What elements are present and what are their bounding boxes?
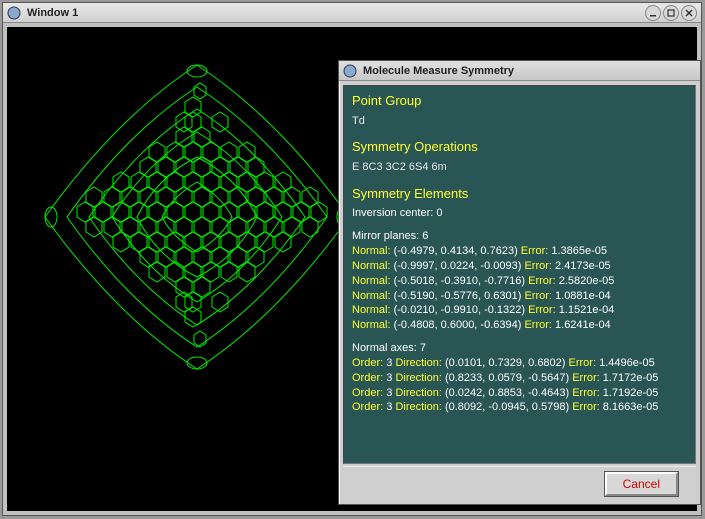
minimize-button[interactable] (645, 5, 661, 21)
main-window-title: Window 1 (27, 7, 78, 19)
point-group-heading: Point Group (352, 92, 687, 110)
sym-elems-heading: Symmetry Elements (352, 185, 687, 203)
normal-axis-row: Order: 3 Direction: (0.0242, 0.8853, -0.… (352, 386, 687, 401)
normal-axis-row: Order: 3 Direction: (0.8092, -0.0945, 0.… (352, 400, 687, 415)
window-controls (645, 5, 697, 21)
cancel-button[interactable]: Cancel (605, 472, 678, 496)
symmetry-dialog: Molecule Measure Symmetry Point Group Td… (338, 60, 701, 505)
main-titlebar[interactable]: Window 1 (3, 3, 701, 23)
maximize-button[interactable] (663, 5, 679, 21)
normal-axis-row: Order: 3 Direction: (0.8233, 0.0579, -0.… (352, 371, 687, 386)
close-button[interactable] (681, 5, 697, 21)
normal-axis-row: Order: 3 Direction: (0.0101, 0.7329, 0.6… (352, 356, 687, 371)
mirror-plane-row: Normal: (-0.5018, -0.3910, -0.7716) Erro… (352, 274, 687, 289)
mirror-plane-row: Normal: (-0.0210, -0.9910, -0.1322) Erro… (352, 303, 687, 318)
mirror-plane-row: Normal: (-0.9997, 0.0224, -0.0093) Error… (352, 259, 687, 274)
mirror-plane-row: Normal: (-0.4979, 0.4134, 0.7623) Error:… (352, 244, 687, 259)
dialog-footer: Cancel (343, 466, 696, 500)
mirror-plane-row: Normal: (-0.5190, -0.5776, 0.6301) Error… (352, 289, 687, 304)
sym-ops-value: E 8C3 3C2 6S4 6m (352, 160, 687, 175)
inversion-center: Inversion center: 0 (352, 206, 687, 221)
dialog-icon (343, 64, 357, 78)
mirror-plane-row: Normal: (-0.4808, 0.6000, -0.6394) Error… (352, 318, 687, 333)
normal-axes-heading: Normal axes: 7 (352, 341, 687, 356)
mirror-planes-heading: Mirror planes: 6 (352, 229, 687, 244)
dialog-body[interactable]: Point Group Td Symmetry Operations E 8C3… (343, 85, 696, 464)
point-group-value: Td (352, 114, 687, 129)
dialog-titlebar[interactable]: Molecule Measure Symmetry (339, 61, 700, 81)
normal-axes-list: Order: 3 Direction: (0.0101, 0.7329, 0.6… (352, 356, 687, 415)
mirror-plane-list: Normal: (-0.4979, 0.4134, 0.7623) Error:… (352, 244, 687, 333)
dialog-title: Molecule Measure Symmetry (363, 65, 514, 77)
sym-ops-heading: Symmetry Operations (352, 138, 687, 156)
app-icon (7, 6, 21, 20)
molecule-mesh (37, 57, 357, 377)
